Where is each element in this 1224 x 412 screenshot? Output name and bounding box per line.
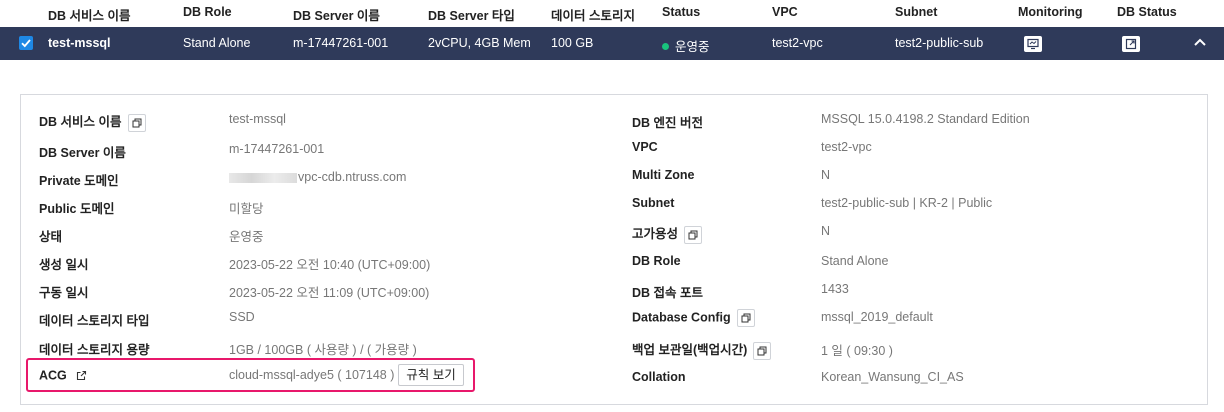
detail-value-state: 운영중 — [229, 230, 264, 244]
chevron-up-icon[interactable] — [1193, 37, 1207, 49]
copy-icon — [757, 346, 767, 356]
copy-button[interactable] — [736, 309, 755, 327]
table-header: DB 서비스 이름 DB Role DB Server 이름 DB Server… — [0, 0, 1224, 26]
row-storage: 100 GB — [551, 36, 594, 50]
detail-label-db-config: Database Config — [632, 309, 755, 327]
detail-value-high-availability: N — [821, 224, 831, 238]
col-status[interactable]: Status — [662, 5, 700, 19]
detail-label-collation: Collation — [632, 370, 686, 384]
external-link-icon — [1125, 38, 1137, 50]
row-status-text: 운영중 — [675, 40, 710, 54]
detail-value-storage-capacity: 1GB / 100GB ( 사용량 ) / ( 가용량 ) — [229, 343, 417, 357]
col-server-type[interactable]: DB Server 타입 — [428, 5, 515, 24]
col-vpc[interactable]: VPC — [772, 5, 798, 19]
detail-label-created: 생성 일시 — [39, 258, 89, 272]
detail-label-service-name: DB 서비스 이름 — [39, 111, 146, 132]
detail-value-private-domain: vpc-cdb.ntruss.com — [229, 170, 406, 184]
col-monitoring[interactable]: Monitoring — [1018, 5, 1083, 19]
detail-label-multi-zone: Multi Zone — [632, 168, 695, 182]
row-server-name: m-17447261-001 — [293, 36, 389, 50]
row-subnet: test2-public-sub — [895, 36, 984, 50]
detail-label-public-domain: Public 도메인 — [39, 202, 115, 216]
detail-label-state: 상태 — [39, 230, 63, 244]
detail-label-vpc: VPC — [632, 140, 658, 154]
detail-value-db-role: Stand Alone — [821, 254, 889, 268]
copy-button[interactable] — [127, 113, 146, 132]
monitor-icon — [1027, 38, 1039, 50]
monitoring-button[interactable] — [1024, 36, 1042, 52]
detail-value-service-name: test-mssql — [229, 112, 286, 126]
col-service-name[interactable]: DB 서비스 이름 — [48, 5, 131, 24]
col-db-status[interactable]: DB Status — [1117, 5, 1177, 19]
detail-value-port: 1433 — [821, 282, 849, 296]
detail-value-storage-type: SSD — [229, 310, 255, 324]
check-icon — [21, 39, 31, 48]
copy-icon — [741, 313, 751, 323]
copy-button[interactable] — [753, 341, 772, 360]
row-service-name: test-mssql — [48, 36, 111, 50]
row-db-role: Stand Alone — [183, 36, 251, 50]
copy-icon — [132, 118, 142, 128]
acg-highlight-box — [26, 358, 475, 392]
copy-button[interactable] — [684, 225, 703, 244]
detail-label-high-availability: 고가용성 — [632, 223, 703, 244]
row-status: 운영중 — [662, 36, 710, 55]
detail-label-private-domain: Private 도메인 — [39, 174, 119, 188]
detail-value-public-domain: 미할당 — [229, 202, 264, 216]
detail-label-storage-type: 데이터 스토리지 타입 — [39, 314, 150, 328]
detail-value-server-name: m-17447261-001 — [229, 142, 325, 156]
db-status-button[interactable] — [1122, 36, 1140, 52]
row-vpc: test2-vpc — [772, 36, 823, 50]
col-subnet[interactable]: Subnet — [895, 5, 937, 19]
detail-value-vpc: test2-vpc — [821, 140, 872, 154]
detail-value-backup-retention: 1 일 ( 09:30 ) — [821, 344, 893, 358]
detail-value-engine-version: MSSQL 15.0.4198.2 Standard Edition — [821, 112, 1030, 126]
detail-label-engine-version: DB 엔진 버전 — [632, 116, 704, 130]
detail-value-collation: Korean_Wansung_CI_AS — [821, 370, 964, 384]
status-dot-icon — [662, 43, 669, 50]
col-storage[interactable]: 데이터 스토리지 — [551, 5, 635, 24]
copy-icon — [688, 230, 698, 240]
masked-text — [229, 172, 297, 183]
detail-label-port: DB 접속 포트 — [632, 286, 704, 300]
col-db-role[interactable]: DB Role — [183, 5, 232, 19]
detail-value-multi-zone: N — [821, 168, 831, 182]
row-server-type: 2vCPU, 4GB Mem — [428, 36, 531, 50]
detail-label-subnet: Subnet — [632, 196, 675, 210]
detail-value-subnet: test2-public-sub | KR-2 | Public — [821, 196, 993, 210]
row-checkbox[interactable] — [19, 36, 33, 50]
detail-label-db-role: DB Role — [632, 254, 681, 268]
detail-label-storage-capacity: 데이터 스토리지 용량 — [39, 343, 150, 357]
detail-label-server-name: DB Server 이름 — [39, 146, 126, 160]
detail-label-started: 구동 일시 — [39, 286, 89, 300]
col-server-name[interactable]: DB Server 이름 — [293, 5, 380, 24]
detail-value-started: 2023-05-22 오전 11:09 (UTC+09:00) — [229, 286, 430, 300]
detail-value-db-config: mssql_2019_default — [821, 310, 933, 324]
detail-label-backup-retention: 백업 보관일(백업시간) — [632, 339, 772, 360]
detail-value-created: 2023-05-22 오전 10:40 (UTC+09:00) — [229, 258, 431, 272]
table-row[interactable]: test-mssql Stand Alone m-17447261-001 2v… — [0, 27, 1224, 60]
